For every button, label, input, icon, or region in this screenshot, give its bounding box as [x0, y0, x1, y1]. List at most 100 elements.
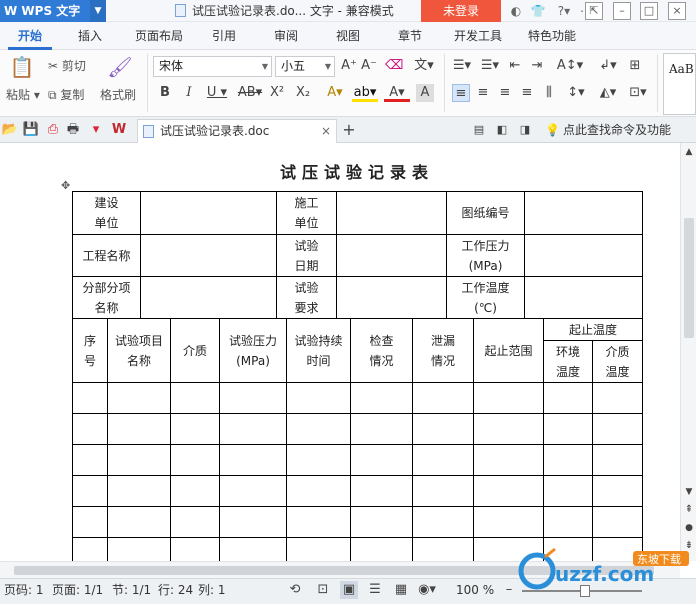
table-cell[interactable] [170, 413, 220, 445]
column-header[interactable]: 起止范围 [473, 318, 544, 383]
close-tab-icon[interactable]: × [321, 120, 331, 142]
column-header[interactable]: 试验压力 (MPa) [219, 318, 287, 383]
column-header[interactable]: 介质 [170, 318, 220, 383]
find-command-button[interactable]: 💡 点此查找命令及功能 [545, 117, 671, 143]
column-header[interactable]: 泄漏 情况 [412, 318, 474, 383]
quick-access-menu-icon[interactable]: ▾ [87, 121, 105, 139]
table-cell[interactable] [524, 234, 643, 277]
table-cell[interactable] [107, 475, 171, 507]
skin-icon[interactable]: ◐ [508, 3, 524, 19]
table-cell[interactable]: 施工 单位 [276, 191, 337, 235]
prev-page-icon[interactable]: ⇞ [681, 501, 696, 519]
table-cell[interactable] [107, 413, 171, 445]
table-cell[interactable] [412, 382, 474, 414]
table-cell[interactable]: 试验 要求 [276, 276, 337, 319]
tab-view[interactable]: 视图 [330, 22, 366, 50]
styles-gallery[interactable]: AaB [663, 53, 696, 115]
text-effect-icon[interactable]: A▾ [322, 84, 348, 102]
font-size-select[interactable]: 小五 ▼ [275, 56, 335, 77]
font-name-select[interactable]: 宋体 ▼ [153, 56, 272, 77]
table-cell[interactable] [336, 234, 447, 277]
line-spacing-icon[interactable]: ↕▾ [564, 84, 588, 102]
table-cell[interactable] [336, 191, 447, 235]
print-icon[interactable]: 🖶 [64, 121, 82, 139]
table-cell[interactable] [412, 413, 474, 445]
shading-icon[interactable]: ◭▾ [596, 84, 620, 102]
table-cell[interactable] [412, 537, 474, 561]
wps-home-icon[interactable]: W [110, 121, 128, 139]
table-cell[interactable] [286, 413, 351, 445]
table-cell[interactable] [219, 382, 287, 414]
table-cell[interactable] [72, 413, 108, 445]
table-cell[interactable] [543, 444, 593, 476]
table-cell[interactable] [350, 382, 413, 414]
justify-icon[interactable]: ≡ [518, 84, 536, 102]
cut-button[interactable]: ✂ 剪切 [48, 57, 86, 74]
column-subheader[interactable]: 环境 温度 [543, 340, 593, 383]
table-cell[interactable] [219, 475, 287, 507]
table-cell[interactable] [473, 413, 544, 445]
document-tab[interactable]: 试压试验记录表.doc × [137, 119, 337, 143]
table-cell[interactable] [591, 506, 644, 538]
copy-button[interactable]: ⧉ 复制 [48, 86, 84, 103]
table-cell[interactable] [170, 444, 220, 476]
select-browse-icon[interactable]: ● [681, 519, 696, 537]
table-icon[interactable]: ⊞ [626, 57, 644, 75]
shrink-font-icon[interactable]: A⁻ [360, 57, 378, 75]
vertical-scrollbar[interactable]: ▲ ▼ ⇞ ● ⇟ [680, 143, 696, 561]
table-cell[interactable] [591, 413, 644, 445]
table-cell[interactable] [350, 444, 413, 476]
table-cell[interactable] [72, 444, 108, 476]
new-tab-icon[interactable]: + [340, 121, 358, 139]
table-cell[interactable] [140, 234, 277, 277]
align-center-icon[interactable]: ≡ [474, 84, 492, 102]
table-cell[interactable] [591, 444, 644, 476]
vertical-scroll-thumb[interactable] [684, 218, 694, 338]
tab-review[interactable]: 审阅 [268, 22, 304, 50]
tab-features[interactable]: 特色功能 [522, 22, 582, 50]
decrease-indent-icon[interactable]: ⇤ [506, 57, 524, 75]
column-subheader[interactable]: 介质 温度 [591, 340, 644, 383]
table-cell[interactable] [286, 537, 351, 561]
tab-chapter[interactable]: 章节 [392, 22, 428, 50]
table-cell[interactable] [412, 444, 474, 476]
table-cell[interactable] [107, 537, 171, 561]
strikethrough-icon[interactable]: AB▾ [236, 84, 264, 102]
table-cell[interactable]: 建设 单位 [72, 191, 141, 235]
table-cell[interactable] [170, 382, 220, 414]
clear-format-icon[interactable]: ⌫ [385, 57, 403, 75]
increase-indent-icon[interactable]: ⇥ [528, 57, 546, 75]
tab-home[interactable]: 开始 [8, 22, 52, 50]
table-cell[interactable] [286, 506, 351, 538]
table-cell[interactable]: 试验 日期 [276, 234, 337, 277]
bullets-icon[interactable]: ☰▾ [450, 57, 474, 75]
open-folder-icon[interactable]: 📂 [1, 121, 19, 139]
phonetic-icon[interactable]: 文▾ [410, 57, 438, 75]
table-cell[interactable] [72, 506, 108, 538]
paste-button[interactable]: 粘贴 ▾ [6, 86, 40, 103]
table-cell[interactable] [170, 475, 220, 507]
table-cell[interactable] [473, 444, 544, 476]
underline-icon[interactable]: U ▾ [204, 84, 230, 102]
column-header[interactable]: 检查 情况 [350, 318, 413, 383]
superscript-icon[interactable]: X² [268, 84, 286, 102]
restore-ribbon-icon[interactable]: ⇱ [585, 2, 603, 20]
table-cell[interactable]: 分部分项 名称 [72, 276, 141, 319]
table-cell[interactable] [336, 276, 447, 319]
numbering-icon[interactable]: ☰▾ [478, 57, 502, 75]
table-cell[interactable]: 图纸编号 [446, 191, 525, 235]
table-move-handle-icon[interactable]: ✥ [61, 179, 70, 192]
table-cell[interactable] [140, 276, 277, 319]
column-header[interactable]: 起止温度 [542, 318, 644, 341]
table-cell[interactable] [170, 537, 220, 561]
save-icon[interactable]: 💾 [22, 121, 40, 139]
table-cell[interactable] [473, 382, 544, 414]
page-view-icon[interactable]: ▣ [340, 581, 358, 599]
reading-view-icon[interactable]: ⊡ [314, 581, 332, 599]
table-cell[interactable] [350, 506, 413, 538]
table-cell[interactable]: 工程名称 [72, 234, 141, 277]
table-cell[interactable] [72, 537, 108, 561]
minimize-icon[interactable]: – [613, 2, 631, 20]
revision-icon[interactable]: ⟲ [286, 581, 304, 599]
table-cell[interactable] [286, 475, 351, 507]
